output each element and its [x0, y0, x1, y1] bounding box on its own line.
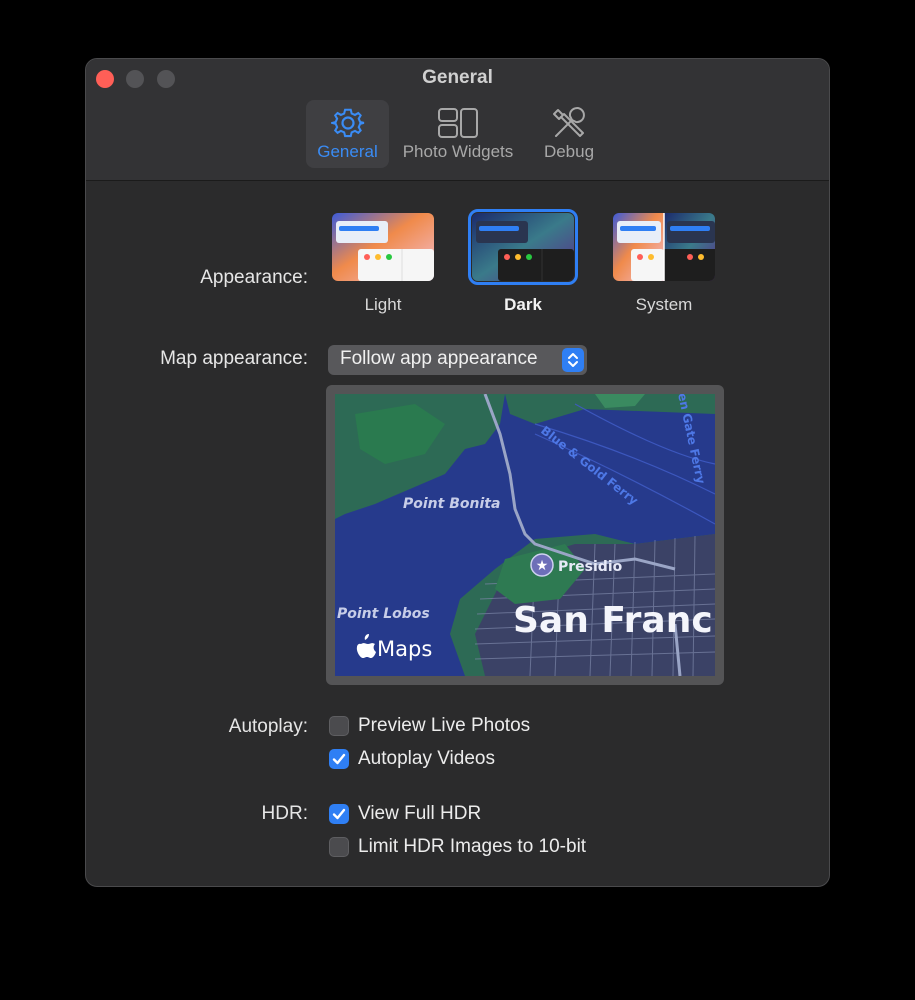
map-image: ★ Point Bonita Point Lobos Presidio San …	[335, 394, 715, 676]
preview-live-photos-checkbox[interactable]	[329, 716, 349, 736]
chevron-updown-icon	[562, 348, 584, 372]
appearance-label: Appearance:	[200, 267, 308, 288]
dark-mode-thumbnail	[472, 213, 574, 281]
hdr-label: HDR:	[261, 803, 308, 824]
view-full-hdr-label: View Full HDR	[358, 803, 482, 824]
title-bar: General General Photo Widgets Debug	[86, 59, 829, 181]
map-label-point-bonita: Point Bonita	[403, 496, 500, 512]
map-label-point-lobos: Point Lobos	[337, 606, 430, 622]
appearance-system-option[interactable]	[613, 213, 715, 281]
autoplay-videos-label: Autoplay Videos	[358, 748, 495, 769]
map-appearance-label: Map appearance:	[160, 348, 308, 369]
appearance-system-label: System	[635, 295, 693, 314]
preview-live-photos-label: Preview Live Photos	[358, 715, 531, 736]
view-full-hdr-checkbox[interactable]	[329, 804, 349, 824]
settings-window: General General Photo Widgets Debug Appe…	[85, 58, 830, 887]
appearance-dark-option[interactable]	[472, 213, 574, 281]
autoplay-label: Autoplay:	[228, 716, 308, 737]
autoplay-videos-checkbox[interactable]	[329, 749, 349, 769]
tab-general-label: General	[317, 142, 378, 161]
gear-icon	[330, 108, 364, 138]
map-appearance-value: Follow app appearance	[340, 348, 538, 369]
window-title: General	[422, 67, 493, 88]
tab-debug-label: Debug	[543, 142, 595, 161]
checkmark-icon	[332, 808, 346, 820]
checkmark-icon	[332, 753, 346, 765]
appearance-light-label: Light	[364, 295, 402, 314]
tab-photo-widgets[interactable]: Photo Widgets	[397, 100, 519, 168]
wrench-screwdriver-icon	[553, 107, 585, 137]
tab-photo-widgets-label: Photo Widgets	[402, 142, 514, 161]
map-label-presidio: Presidio	[558, 559, 623, 575]
maps-brand-text: Maps	[377, 637, 432, 661]
tab-debug[interactable]: Debug	[529, 100, 609, 168]
tab-general[interactable]: General	[306, 100, 389, 168]
map-label-san-francisco: San Franci	[513, 600, 715, 641]
widgets-icon	[438, 108, 478, 138]
system-mode-thumbnail	[613, 213, 715, 281]
appearance-light-option[interactable]	[332, 213, 434, 281]
limit-hdr-10bit-label: Limit HDR Images to 10-bit	[358, 836, 587, 857]
map-preview: ★ Point Bonita Point Lobos Presidio San …	[326, 385, 724, 685]
light-mode-thumbnail	[332, 213, 434, 281]
svg-text:★: ★	[536, 558, 549, 574]
limit-hdr-10bit-checkbox[interactable]	[329, 837, 349, 857]
appearance-dark-label: Dark	[504, 295, 542, 314]
map-appearance-popup[interactable]: Follow app appearance	[328, 345, 587, 375]
